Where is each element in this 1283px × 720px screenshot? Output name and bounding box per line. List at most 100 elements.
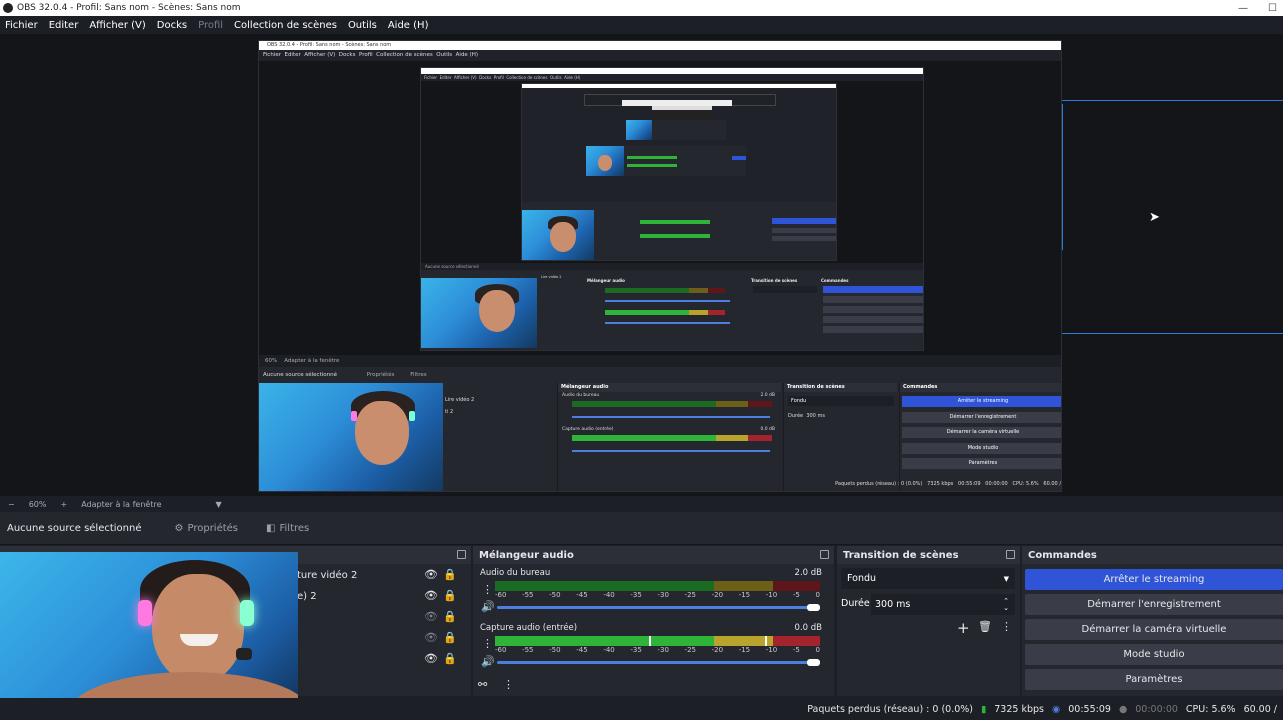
kebab-menu-icon[interactable]: ⋮ — [482, 637, 493, 650]
duration-label: Durée — [841, 598, 870, 609]
window-title: OBS 32.0.4 - Profil: Sans nom - Scènes: … — [17, 3, 241, 13]
lock-icon[interactable]: 🔒 — [443, 610, 457, 623]
filter-icon: ◧ — [266, 522, 276, 534]
zoom-in-button[interactable]: + — [60, 500, 67, 509]
record-icon: ● — [1118, 703, 1128, 715]
speaker-icon[interactable]: 🔊 — [481, 600, 495, 613]
transitions-header: Transition de scènes — [837, 546, 1020, 564]
filters-label: Filtres — [279, 522, 310, 534]
properties-label: Propriétés — [187, 522, 239, 534]
mouse-cursor-icon: ➤ — [1149, 210, 1160, 225]
track-name: Capture audio (entrée) — [480, 623, 578, 633]
properties-button[interactable]: ⚙ Propriétés — [166, 519, 248, 538]
eye-hidden-icon[interactable]: 👁 — [424, 610, 438, 623]
meter-ticks: -60 -55 -50 -45 -40 -35 -30 -25 -20 -15 -10 -5 0 — [495, 591, 820, 599]
duration-input[interactable]: 300 ms ⌃ ⌄ — [871, 594, 1015, 615]
mixer-title: Mélangeur audio — [479, 549, 574, 561]
transition-select[interactable]: Fondu ▼ — [841, 568, 1015, 589]
selection-outline — [1039, 100, 1283, 334]
eye-icon[interactable]: 👁 — [424, 589, 438, 602]
add-icon[interactable]: + — [957, 619, 970, 637]
status-bar: Paquets perdus (réseau) : 0 (0.0%) ▮ 732… — [0, 698, 1283, 720]
microphone-icon — [236, 648, 252, 660]
obs-logo-icon — [3, 3, 13, 13]
volume-slider[interactable] — [497, 606, 817, 609]
gear-icon: ⚙ — [174, 522, 184, 534]
menu-docks[interactable]: Docks — [157, 20, 187, 31]
webcam-overlay — [0, 552, 298, 720]
menu-tools[interactable]: Outils — [348, 20, 377, 31]
stream-icon: ◉ — [1051, 703, 1061, 715]
start-recording-button[interactable]: Démarrer l'enregistrement — [1025, 594, 1283, 615]
volume-knob[interactable] — [807, 604, 820, 611]
nested-webcam — [259, 383, 443, 491]
speaker-icon[interactable]: 🔊 — [481, 655, 495, 668]
chevron-down-icon[interactable]: ▼ — [215, 500, 221, 509]
nested-titlebar: OBS 32.0.4 - Profil: Sans nom - Scènes: … — [259, 41, 1061, 50]
track-db: 2.0 dB — [794, 568, 822, 578]
minimize-icon[interactable]: — — [1238, 3, 1248, 14]
lock-icon[interactable]: 🔒 — [443, 568, 457, 581]
start-virtual-camera-button[interactable]: Démarrer la caméra virtuelle — [1025, 619, 1283, 640]
lock-icon[interactable]: 🔒 — [443, 589, 457, 602]
person-face — [152, 574, 244, 684]
signal-icon: ▮ — [981, 703, 987, 715]
preview-canvas[interactable]: ➤ OBS 32.0.4 - Profil: Sans nom - Scènes… — [0, 34, 1283, 496]
lock-icon[interactable]: 🔒 — [443, 631, 457, 644]
menu-file[interactable]: Fichier — [5, 20, 38, 31]
meter-ticks: -60 -55 -50 -45 -40 -35 -30 -25 -20 -15 -10 -5 0 — [495, 646, 820, 654]
filters-button[interactable]: ◧ Filtres — [257, 519, 318, 538]
zoom-value: 60% — [28, 499, 47, 509]
trash-icon[interactable]: 🗑 — [978, 620, 992, 633]
source-item-1[interactable]: ture vidéo 2 — [297, 570, 357, 581]
zoom-bar: − 60% + Adapter à la fenêtre ▼ — [0, 496, 1283, 512]
level-meter — [495, 636, 820, 646]
settings-button[interactable]: Paramètres — [1025, 669, 1283, 690]
nested-zoombar: 60% Adapter à la fenêtre — [259, 355, 1061, 367]
eye-icon[interactable]: 👁 — [424, 652, 438, 665]
volume-slider[interactable] — [497, 661, 817, 664]
source-toolbar: Aucune source sélectionné ⚙ Propriétés ◧… — [0, 512, 1283, 545]
menu-help[interactable]: Aide (H) — [388, 20, 429, 31]
stream-time: 00:55:09 — [1068, 703, 1111, 715]
zoom-out-button[interactable]: − — [8, 500, 15, 509]
duration-value: 300 ms — [875, 599, 911, 610]
person-smile — [180, 634, 218, 646]
spin-arrows-icon[interactable]: ⌃ ⌄ — [1003, 597, 1009, 612]
controls-header: Commandes — [1022, 546, 1283, 564]
controls-title: Commandes — [1028, 549, 1097, 561]
stop-streaming-button[interactable]: Arrêter le streaming — [1025, 569, 1283, 590]
eye-icon[interactable]: 👁 — [424, 568, 438, 581]
menu-bar: Fichier Editer Afficher (V) Docks Profil… — [0, 16, 1283, 34]
fit-to-window-select[interactable]: Adapter à la fenêtre — [81, 500, 161, 509]
dropped-frames: Paquets perdus (réseau) : 0 (0.0%) — [807, 703, 974, 715]
record-time: 00:00:00 — [1135, 703, 1178, 715]
volume-knob[interactable] — [807, 659, 820, 666]
chevron-down-icon: ▼ — [1003, 574, 1009, 583]
studio-mode-button[interactable]: Mode studio — [1025, 644, 1283, 665]
kebab-menu-icon[interactable]: ⋮ — [503, 678, 514, 691]
undock-icon[interactable] — [1006, 550, 1015, 559]
kebab-menu-icon[interactable]: ⋮ — [482, 583, 493, 596]
nested-obs-window: OBS 32.0.4 - Profil: Sans nom - Scènes: … — [258, 40, 1062, 492]
menu-scene-collection[interactable]: Collection de scènes — [234, 20, 337, 31]
headset-left-light — [138, 600, 152, 626]
undock-icon[interactable] — [457, 550, 466, 559]
lock-icon[interactable]: 🔒 — [443, 652, 457, 665]
transition-value: Fondu — [847, 573, 877, 584]
undock-icon[interactable] — [820, 550, 829, 559]
transitions-title: Transition de scènes — [843, 549, 959, 561]
window-titlebar: OBS 32.0.4 - Profil: Sans nom - Scènes: … — [0, 0, 1283, 16]
kebab-menu-icon[interactable]: ⋮ — [1001, 620, 1012, 633]
window-controls: — ☐ — [1238, 3, 1283, 14]
cpu-usage: CPU: 5.6% — [1185, 703, 1236, 715]
link-icon[interactable]: ⚯ — [478, 678, 487, 691]
nested-menubar: Fichier Editer Afficher (V) Docks Profil… — [263, 52, 478, 58]
maximize-icon[interactable]: ☐ — [1268, 3, 1277, 14]
source-item-2[interactable]: e) 2 — [297, 591, 317, 602]
eye-hidden-icon[interactable]: 👁 — [424, 631, 438, 644]
nested-source-bar: Aucune source sélectionné Propriétés Fil… — [259, 367, 1061, 383]
menu-view[interactable]: Afficher (V) — [89, 20, 145, 31]
menu-profile[interactable]: Profil — [198, 20, 223, 31]
menu-edit[interactable]: Editer — [49, 20, 79, 31]
